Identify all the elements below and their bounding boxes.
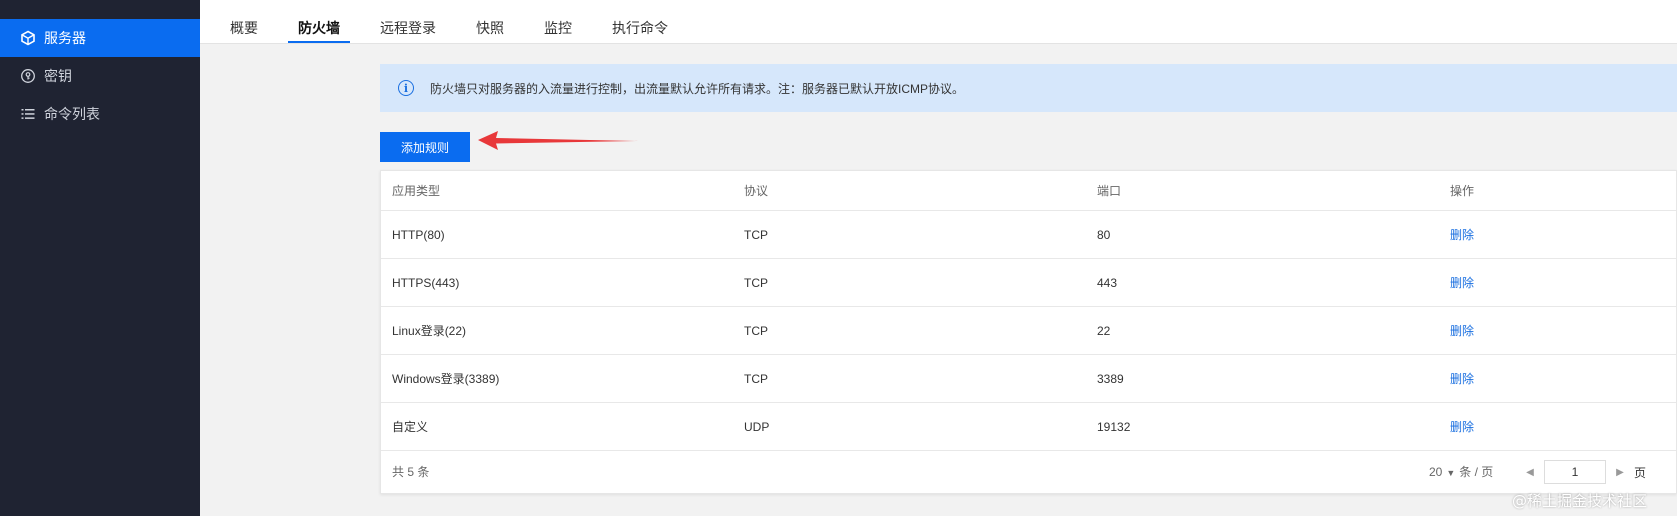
info-banner: i 防火墙只对服务器的入流量进行控制，出流量默认允许所有请求。注：服务器已默认开… <box>380 64 1677 112</box>
sidebar-item-servers[interactable]: 服务器 <box>0 19 200 57</box>
header-port: 端口 <box>1097 184 1122 198</box>
sidebar: 服务器 密钥 命令列表 <box>0 0 200 516</box>
prev-page-icon[interactable]: ◀ <box>1518 460 1542 484</box>
table-row: HTTP(80) TCP 80 删除 <box>381 211 1676 259</box>
header-app-type: 应用类型 <box>392 184 441 198</box>
cell-protocol: TCP <box>744 372 768 386</box>
cell-protocol: UDP <box>744 420 770 434</box>
tab-remote-login[interactable]: 远程登录 <box>380 0 436 44</box>
sidebar-item-label: 密钥 <box>44 68 72 84</box>
tab-firewall[interactable]: 防火墙 <box>298 0 340 44</box>
table-footer: 共 5 条 20▼条 / 页 ◀ ▶ 页 <box>381 451 1676 493</box>
firewall-rules-table: 应用类型 协议 端口 操作 HTTP(80) TCP 80 删除 HTTPS(4… <box>380 170 1677 494</box>
tab-overview[interactable]: 概要 <box>230 0 258 44</box>
page-size-value: 20 <box>1429 465 1443 479</box>
table-row: HTTPS(443) TCP 443 删除 <box>381 259 1676 307</box>
add-rule-button[interactable]: 添加规则 <box>380 132 470 162</box>
tab-snapshot[interactable]: 快照 <box>476 0 504 44</box>
total-count: 共 5 条 <box>392 465 430 479</box>
tab-monitoring[interactable]: 监控 <box>544 0 572 44</box>
delete-link[interactable]: 删除 <box>1450 211 1474 259</box>
cell-port: 3389 <box>1097 372 1124 386</box>
page-size-select[interactable]: 20 ▼ 条 / 页 <box>1429 451 1493 494</box>
cell-port: 22 <box>1097 324 1111 338</box>
delete-link[interactable]: 删除 <box>1450 307 1474 355</box>
cell-app-type: Linux登录(22) <box>392 324 467 338</box>
table-header: 应用类型 协议 端口 操作 <box>381 171 1676 211</box>
delete-link[interactable]: 删除 <box>1450 355 1474 403</box>
table-row: Linux登录(22) TCP 22 删除 <box>381 307 1676 355</box>
page-suffix: 页 <box>1634 465 1647 480</box>
banner-text: 防火墙只对服务器的入流量进行控制，出流量默认允许所有请求。注：服务器已默认开放I… <box>430 81 965 96</box>
cell-app-type: Windows登录(3389) <box>392 372 500 386</box>
header-protocol: 协议 <box>744 184 769 198</box>
header-action: 操作 <box>1450 184 1475 198</box>
page-size-unit: 条 / 页 <box>1459 465 1494 479</box>
tab-bar: 概要 防火墙 远程登录 快照 监控 执行命令 <box>200 0 1677 44</box>
key-icon <box>20 68 36 84</box>
cell-port: 19132 <box>1097 420 1131 434</box>
cell-port: 80 <box>1097 228 1111 242</box>
sidebar-item-keys[interactable]: 密钥 <box>0 57 200 95</box>
delete-link[interactable]: 删除 <box>1450 403 1474 451</box>
list-icon <box>20 106 36 122</box>
delete-link[interactable]: 删除 <box>1450 259 1474 307</box>
next-page-icon[interactable]: ▶ <box>1608 460 1632 484</box>
info-icon: i <box>398 80 414 96</box>
cell-app-type: 自定义 <box>392 420 429 434</box>
cell-app-type: HTTPS(443) <box>392 276 460 290</box>
cell-port: 443 <box>1097 276 1118 290</box>
active-tab-indicator <box>288 41 350 43</box>
cube-icon <box>20 30 36 46</box>
red-arrow-annotation <box>478 131 638 150</box>
watermark: @稀土掘金技术社区 <box>1512 492 1648 510</box>
cell-protocol: TCP <box>744 324 768 338</box>
table-row: 自定义 UDP 19132 删除 <box>381 403 1676 451</box>
table-row: Windows登录(3389) TCP 3389 删除 <box>381 355 1676 403</box>
pagination: ◀ ▶ 页 <box>1518 460 1646 484</box>
cell-app-type: HTTP(80) <box>392 228 445 242</box>
caret-down-icon: ▼ <box>1446 468 1456 478</box>
page-number-input[interactable] <box>1544 460 1606 484</box>
sidebar-item-label: 命令列表 <box>44 106 100 122</box>
sidebar-item-commands[interactable]: 命令列表 <box>0 95 200 133</box>
tab-execute-command[interactable]: 执行命令 <box>612 0 668 44</box>
cell-protocol: TCP <box>744 228 768 242</box>
cell-protocol: TCP <box>744 276 768 290</box>
sidebar-item-label: 服务器 <box>44 30 86 46</box>
